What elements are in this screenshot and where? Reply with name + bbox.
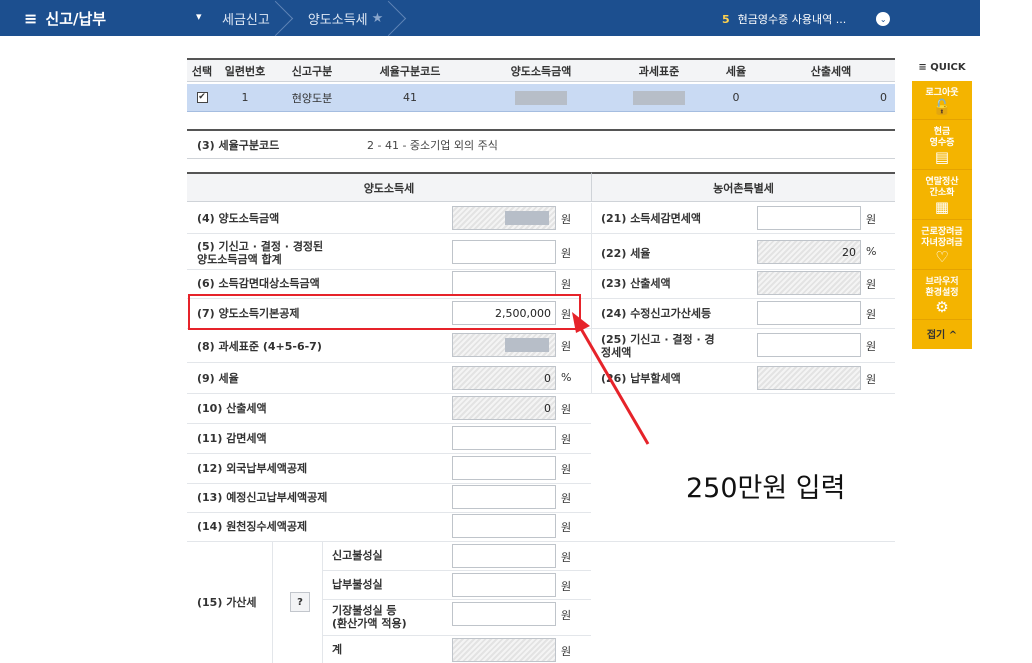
quick-browser-settings-button[interactable]: 브라우저 환경설정 ⚙ <box>912 270 972 320</box>
unlock-icon: 🔓 <box>932 98 952 116</box>
gear-icon: ⚙ <box>935 298 949 316</box>
quick-incentive-button[interactable]: 근로장려금 자녀장려금 ♡ <box>912 220 972 270</box>
quick-menu: ≡ QUICK 로그아웃 🔓 현금 영수증 ▤ 연말정산 간소화 ▦ 근로장려금 자녀… <box>912 62 972 349</box>
quick-menu-title: ≡ QUICK <box>918 62 966 73</box>
receipt-icon: ▤ <box>934 148 950 166</box>
quick-cash-receipt-button[interactable]: 현금 영수증 ▤ <box>912 120 972 170</box>
quick-collapse-button[interactable]: 접기 ^ <box>912 320 972 345</box>
annotation-text: 250만원 입력 <box>686 473 846 504</box>
calculator-icon: ▦ <box>934 198 950 216</box>
quick-year-end-button[interactable]: 연말정산 간소화 ▦ <box>912 170 972 220</box>
annotation-arrow-icon <box>572 312 650 445</box>
heart-icon: ♡ <box>935 248 949 266</box>
quick-logout-button[interactable]: 로그아웃 🔓 <box>912 81 972 120</box>
